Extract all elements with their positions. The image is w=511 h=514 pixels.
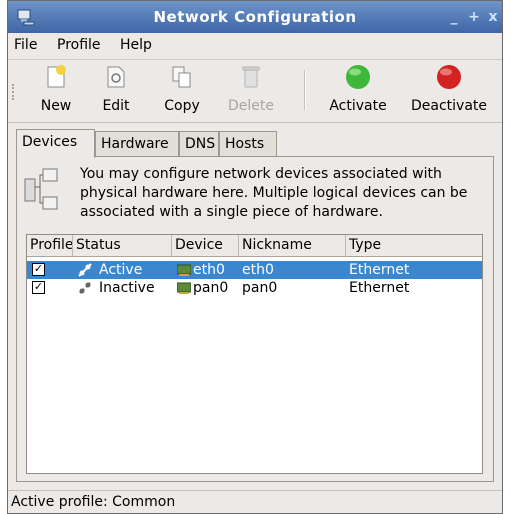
profile-checkbox[interactable]: ✓: [32, 281, 45, 294]
copy-label: Copy: [164, 98, 200, 114]
edit-button[interactable]: Edit: [96, 64, 136, 114]
new-button[interactable]: New: [34, 64, 78, 114]
type-text: Ethernet: [349, 280, 410, 296]
tab-devices[interactable]: Devices: [16, 129, 95, 158]
column-type[interactable]: Type: [346, 235, 482, 257]
tab-hardware[interactable]: Hardware: [95, 131, 179, 157]
tab-dns[interactable]: DNS: [179, 131, 219, 157]
device-text: eth0: [193, 262, 225, 278]
edit-icon: [107, 66, 125, 88]
menu-profile[interactable]: Profile: [57, 37, 101, 53]
type-text: Ethernet: [349, 262, 410, 278]
menu-bar: File Profile Help: [8, 33, 502, 59]
window-title: Network Configuration: [153, 8, 357, 26]
status-text: Inactive: [99, 280, 155, 296]
minimize-button[interactable]: _: [446, 9, 462, 25]
activate-icon: [346, 65, 370, 89]
copy-button[interactable]: Copy: [160, 64, 204, 114]
new-icon: [47, 65, 66, 88]
profile-checkbox[interactable]: ✓: [32, 263, 45, 276]
device-text: pan0: [193, 280, 229, 296]
inactive-connection-icon: [79, 282, 91, 294]
delete-button[interactable]: Delete: [222, 64, 280, 114]
toolbar-separator: [304, 70, 306, 110]
device-row-eth0[interactable]: ✓ Active eth0 eth0 Ethernet: [27, 261, 482, 279]
column-profile[interactable]: Profile: [27, 235, 73, 257]
activate-label: Activate: [329, 98, 387, 114]
deactivate-icon: [437, 65, 461, 89]
deactivate-button[interactable]: Deactivate: [403, 64, 495, 114]
nickname-text: pan0: [242, 280, 278, 296]
new-label: New: [40, 98, 72, 114]
copy-icon: [172, 66, 191, 88]
nickname-text: eth0: [242, 262, 274, 278]
device-list[interactable]: Profile Status Device Nickname Type ✓ Ac…: [26, 234, 483, 474]
active-connection-icon: [78, 263, 92, 277]
active-profile-text: Active profile: Common: [11, 494, 176, 510]
toolbar: New Edit Copy Delete Activate Deactivate: [8, 59, 502, 123]
edit-label: Edit: [102, 98, 130, 114]
deactivate-label: Deactivate: [410, 98, 487, 114]
menu-file[interactable]: File: [14, 37, 37, 53]
device-row-pan0[interactable]: ✓ Inactive pan0 pan0 Ethernet: [27, 279, 482, 297]
column-device[interactable]: Device: [172, 235, 239, 257]
delete-label: Delete: [228, 98, 274, 114]
status-text: Active: [99, 262, 143, 278]
close-button[interactable]: x: [485, 9, 501, 25]
title-bar[interactable]: Network Configuration _ + x: [8, 1, 502, 33]
menu-help[interactable]: Help: [120, 37, 152, 53]
ethernet-card-icon: [177, 264, 191, 276]
activate-button[interactable]: Activate: [322, 64, 394, 114]
tab-hosts[interactable]: Hosts: [219, 131, 277, 157]
network-devices-icon: [24, 168, 58, 210]
maximize-button[interactable]: +: [466, 9, 482, 25]
devices-panel: You may configure network devices associ…: [16, 156, 494, 482]
network-configuration-window: Network Configuration _ + x File Profile…: [7, 0, 503, 514]
column-status[interactable]: Status: [73, 235, 172, 257]
ethernet-card-icon: [177, 282, 191, 294]
status-bar: Active profile: Common: [8, 490, 502, 514]
trash-icon: [242, 66, 260, 88]
toolbar-grip[interactable]: [12, 84, 17, 100]
column-nickname[interactable]: Nickname: [239, 235, 346, 257]
info-text: You may configure network devices associ…: [80, 166, 468, 220]
